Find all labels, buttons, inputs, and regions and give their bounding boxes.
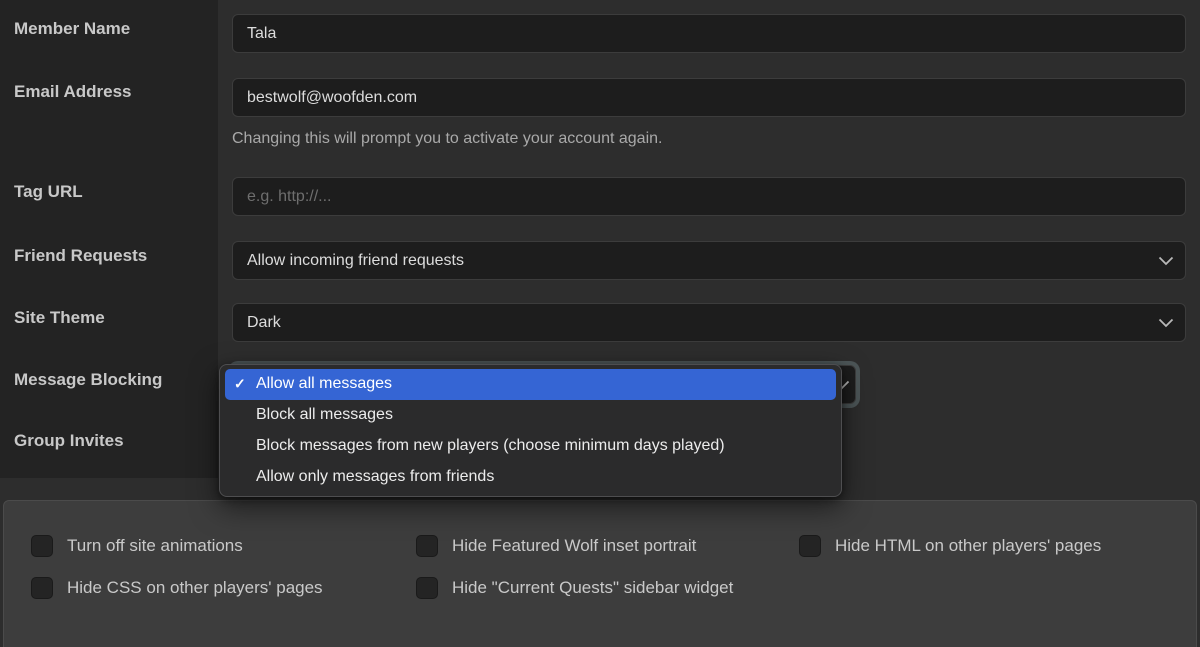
email-address-input[interactable]: [232, 78, 1186, 117]
checkbox-label: Hide "Current Quests" sidebar widget: [452, 577, 733, 599]
message-blocking-label: Message Blocking: [14, 370, 162, 390]
menu-option-block-all[interactable]: Block all messages: [220, 400, 841, 431]
menu-option-allow-all[interactable]: ✓ Allow all messages: [225, 369, 836, 400]
friend-requests-select[interactable]: Allow incoming friend requests: [232, 241, 1186, 280]
tag-url-label: Tag URL: [14, 182, 83, 202]
message-blocking-dropdown-menu: ✓ Allow all messages Block all messages …: [219, 364, 842, 497]
checkbox-icon[interactable]: [416, 577, 438, 599]
group-invites-label: Group Invites: [14, 431, 124, 451]
menu-option-label: Block all messages: [256, 406, 393, 424]
checkbox-hide-current-quests[interactable]: Hide "Current Quests" sidebar widget: [416, 577, 733, 599]
checkbox-icon[interactable]: [31, 535, 53, 557]
friend-requests-select-value: Allow incoming friend requests: [247, 252, 464, 270]
email-address-label: Email Address: [14, 82, 131, 102]
site-theme-select[interactable]: Dark: [232, 303, 1186, 342]
site-theme-label: Site Theme: [14, 308, 105, 328]
settings-page: Member Name Email Address Tag URL Friend…: [0, 0, 1200, 647]
site-theme-select-value: Dark: [247, 314, 281, 332]
checkbox-hide-featured-wolf[interactable]: Hide Featured Wolf inset portrait: [416, 535, 696, 557]
member-name-input[interactable]: [232, 14, 1186, 53]
checkmark-icon: ✓: [234, 376, 246, 393]
chevron-down-icon: [1158, 318, 1174, 328]
checkbox-icon[interactable]: [799, 535, 821, 557]
checkbox-label: Hide CSS on other players' pages: [67, 577, 323, 599]
menu-option-friends-only[interactable]: Allow only messages from friends: [220, 461, 841, 492]
menu-option-label: Block messages from new players (choose …: [256, 437, 725, 455]
menu-option-label: Allow only messages from friends: [256, 468, 494, 486]
checkbox-label: Turn off site animations: [67, 535, 243, 557]
checkbox-label: Hide Featured Wolf inset portrait: [452, 535, 696, 557]
member-name-label: Member Name: [14, 19, 130, 39]
checkbox-hide-css[interactable]: Hide CSS on other players' pages: [31, 577, 323, 599]
checkbox-turn-off-animations[interactable]: Turn off site animations: [31, 535, 243, 557]
checkbox-label: Hide HTML on other players' pages: [835, 535, 1101, 557]
field-label-sidebar: Member Name Email Address Tag URL Friend…: [0, 0, 218, 478]
tag-url-input[interactable]: [232, 177, 1186, 216]
menu-option-block-new-players[interactable]: Block messages from new players (choose …: [220, 431, 841, 462]
menu-option-label: Allow all messages: [256, 375, 392, 393]
checkbox-icon[interactable]: [31, 577, 53, 599]
checkbox-icon[interactable]: [416, 535, 438, 557]
email-help-text: Changing this will prompt you to activat…: [232, 129, 662, 149]
display-options-panel: [3, 500, 1197, 647]
checkbox-hide-html[interactable]: Hide HTML on other players' pages: [799, 535, 1101, 557]
friend-requests-label: Friend Requests: [14, 246, 147, 266]
chevron-down-icon: [1158, 256, 1174, 266]
